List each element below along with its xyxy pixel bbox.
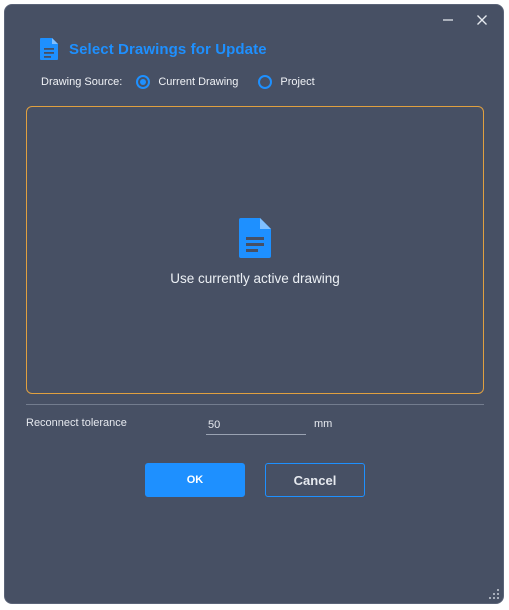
radio-current-drawing-label: Current Drawing [158, 76, 239, 88]
preview-message: Use currently active drawing [170, 271, 340, 286]
resize-grip-icon[interactable] [488, 588, 500, 600]
select-drawings-dialog: Select Drawings for Update Drawing Sourc… [4, 4, 504, 604]
close-icon [477, 15, 487, 25]
reconnect-tolerance-input[interactable] [206, 415, 306, 435]
radio-project-label: Project [280, 76, 315, 88]
radio-project[interactable]: Project [258, 75, 315, 89]
drawing-source-row: Drawing Source: Current Drawing Project [41, 75, 335, 89]
radio-button-checked[interactable] [136, 75, 151, 89]
minimize-button[interactable] [439, 11, 457, 29]
dialog-title: Select Drawings for Update [69, 40, 267, 58]
tolerance-unit-label: mm [314, 418, 333, 430]
reconnect-tolerance-label: Reconnect tolerance [26, 417, 127, 429]
divider [26, 404, 484, 405]
drawing-source-label: Drawing Source: [41, 76, 123, 88]
radio-button-unchecked[interactable] [258, 75, 273, 89]
minimize-icon [443, 19, 453, 21]
radio-current-drawing[interactable]: Current Drawing [136, 75, 238, 89]
drawing-preview-panel: Use currently active drawing [26, 106, 484, 394]
close-button[interactable] [473, 11, 491, 29]
document-icon [239, 218, 271, 258]
cancel-button[interactable]: Cancel [265, 463, 365, 497]
dialog-header: Select Drawings for Update [39, 37, 267, 61]
document-icon [40, 38, 58, 60]
ok-button[interactable]: OK [145, 463, 245, 497]
